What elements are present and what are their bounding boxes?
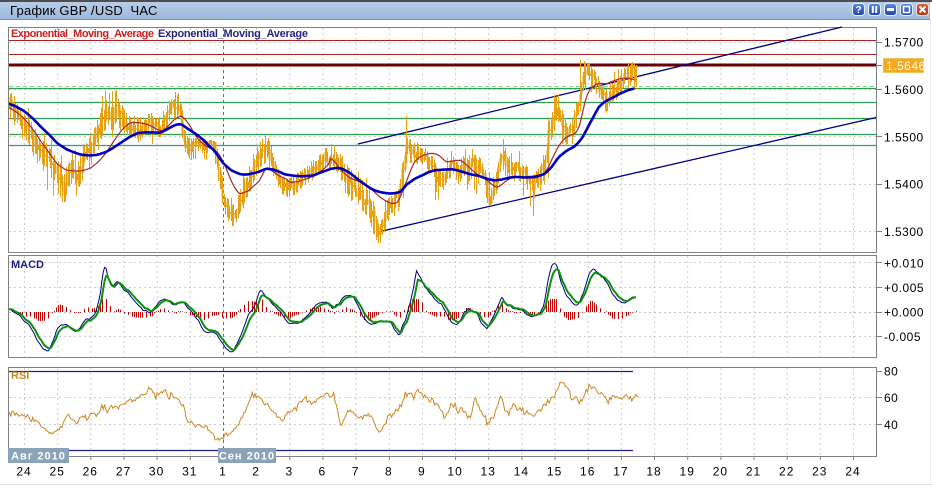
svg-text:21: 21 xyxy=(746,465,761,479)
svg-text:9: 9 xyxy=(418,465,426,479)
svg-text:+0.005: +0.005 xyxy=(884,281,924,295)
svg-text:3: 3 xyxy=(285,465,293,479)
svg-text:1: 1 xyxy=(219,465,227,479)
svg-text:Exponential_Moving_Average: Exponential_Moving_Average xyxy=(11,28,154,40)
svg-text:27: 27 xyxy=(116,465,131,479)
svg-text:23: 23 xyxy=(812,465,827,479)
svg-text:6: 6 xyxy=(319,465,327,479)
svg-text:1.5646: 1.5646 xyxy=(886,59,926,73)
svg-text:80: 80 xyxy=(884,365,898,379)
svg-text:-0.005: -0.005 xyxy=(884,330,921,344)
svg-text:Сен 2010: Сен 2010 xyxy=(219,451,275,463)
svg-text:16: 16 xyxy=(580,465,595,479)
svg-text:24: 24 xyxy=(845,465,860,479)
svg-text:8: 8 xyxy=(385,465,393,479)
svg-text:10: 10 xyxy=(447,465,462,479)
svg-text:2: 2 xyxy=(252,465,260,479)
svg-text:13: 13 xyxy=(481,465,496,479)
svg-text:25: 25 xyxy=(50,465,65,479)
svg-text:24: 24 xyxy=(16,465,31,479)
svg-text:14: 14 xyxy=(514,465,529,479)
svg-text:22: 22 xyxy=(779,465,794,479)
svg-text:RSI: RSI xyxy=(11,370,29,382)
svg-text:17: 17 xyxy=(613,465,628,479)
svg-text:20: 20 xyxy=(713,465,728,479)
svg-text:30: 30 xyxy=(149,465,164,479)
svg-text:1.5700: 1.5700 xyxy=(884,36,924,50)
svg-text:60: 60 xyxy=(884,391,898,405)
svg-text:31: 31 xyxy=(182,465,197,479)
svg-text:19: 19 xyxy=(680,465,695,479)
svg-text:Авг 2010: Авг 2010 xyxy=(11,451,66,463)
svg-text:1.5300: 1.5300 xyxy=(884,225,924,239)
svg-text:+0.000: +0.000 xyxy=(884,306,924,320)
svg-text:1.5500: 1.5500 xyxy=(884,130,924,144)
svg-text:+0.010: +0.010 xyxy=(884,256,924,270)
svg-text:7: 7 xyxy=(352,465,360,479)
svg-text:18: 18 xyxy=(646,465,661,479)
svg-text:40: 40 xyxy=(884,418,898,432)
svg-text:MACD: MACD xyxy=(11,259,44,271)
svg-text:1.5600: 1.5600 xyxy=(884,83,924,97)
svg-text:Exponential_Moving_Average: Exponential_Moving_Average xyxy=(158,28,308,40)
svg-text:15: 15 xyxy=(547,465,562,479)
svg-text:26: 26 xyxy=(83,465,98,479)
svg-text:1.5400: 1.5400 xyxy=(884,178,924,192)
